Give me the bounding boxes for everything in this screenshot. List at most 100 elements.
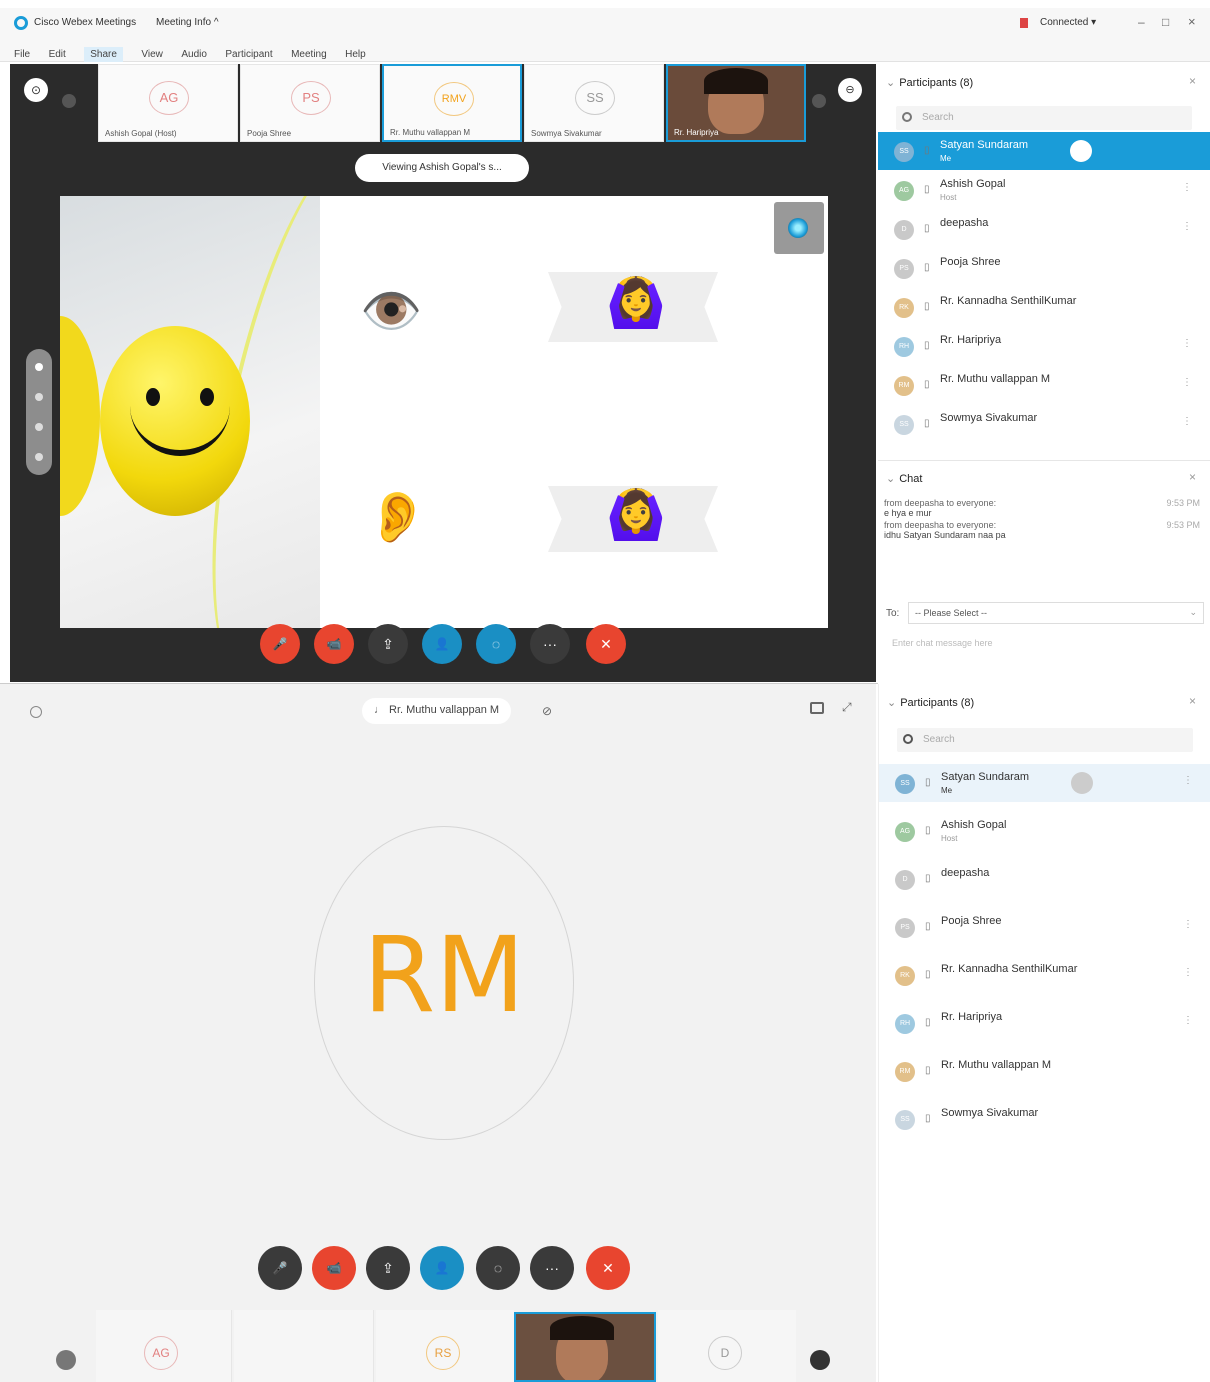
annotate-icon[interactable] <box>774 202 824 254</box>
participant-row[interactable]: SS ▯ Satyan Sundaram Me <box>878 132 1210 170</box>
panel-header[interactable]: ⌄ Participants (8) <box>887 696 974 709</box>
more-options-icon[interactable]: ⋮ <box>1182 338 1192 349</box>
webex-window-top: Cisco Webex Meetings Meeting Info ^ Conn… <box>0 0 1210 684</box>
stop-video-button[interactable]: 📹 <box>312 1246 356 1290</box>
participant-row[interactable]: D ▯ deepasha <box>879 860 1210 898</box>
panel-close-icon[interactable]: × <box>1189 694 1196 708</box>
pin-icon[interactable]: ⊘ <box>542 704 552 718</box>
meeting-info-button[interactable]: Meeting Info ^ <box>156 17 219 28</box>
menu-help[interactable]: Help <box>345 49 366 60</box>
participant-row[interactable]: RM ▯ Rr. Muthu vallappan M ⋮ <box>878 366 1210 404</box>
phone-icon: ▯ <box>924 145 930 156</box>
layout-toggle-icon[interactable]: ⊙ <box>24 78 48 102</box>
search-input[interactable]: Search <box>896 106 1192 130</box>
thumb-rs[interactable]: RS <box>376 1310 514 1382</box>
panel-header[interactable]: ⌄ Participants (8) <box>886 76 973 89</box>
share-button[interactable]: ⇪ <box>368 624 408 664</box>
participant-row[interactable]: RM ▯ Rr. Muthu vallappan M <box>879 1052 1210 1090</box>
menu-view[interactable]: View <box>141 49 163 60</box>
share-button[interactable]: ⇪ <box>366 1246 410 1290</box>
thumb-pooja[interactable]: PS Pooja Shree <box>240 64 380 142</box>
more-options-icon[interactable]: ⋮ <box>1182 182 1192 193</box>
menu-participant[interactable]: Participant <box>225 49 272 60</box>
panel-close-icon[interactable]: × <box>1189 74 1196 88</box>
participant-row[interactable]: RK ▯ Rr. Kannadha SenthilKumar ⋮ <box>879 956 1210 994</box>
exit-fullscreen-icon[interactable]: ⊖ <box>838 78 862 102</box>
maximize-button[interactable]: □ <box>1162 15 1169 29</box>
chat-header[interactable]: ⌄ Chat <box>886 472 922 485</box>
minimize-button[interactable]: – <box>1138 15 1145 29</box>
strip-prev-icon[interactable] <box>62 94 76 108</box>
more-options-icon[interactable]: ⋮ <box>1183 919 1193 930</box>
connection-status[interactable]: Connected ▾ <box>1040 17 1096 28</box>
strip-prev-icon[interactable] <box>56 1350 76 1370</box>
participant-row[interactable]: SS ▯ Satyan Sundaram Me ⋮ <box>879 764 1210 802</box>
participant-row[interactable]: AG ▯ Ashish Gopal Host <box>879 812 1210 850</box>
participant-row[interactable]: AG ▯ Ashish Gopal Host ⋮ <box>878 171 1210 209</box>
thumb-muthu[interactable]: RMV Rr. Muthu vallappan M <box>382 64 522 142</box>
mute-button[interactable]: 🎤 <box>260 624 300 664</box>
pen-icon[interactable] <box>35 393 43 401</box>
fullscreen-icon[interactable]: ⤢ <box>842 700 852 715</box>
mute-badge-icon[interactable] <box>1070 140 1092 162</box>
participant-row[interactable]: RK ▯ Rr. Kannadha SenthilKumar <box>878 288 1210 326</box>
more-button[interactable]: ··· <box>530 1246 574 1290</box>
strip-next-icon[interactable] <box>812 94 826 108</box>
chat-button[interactable]: ◌ <box>476 1246 520 1290</box>
more-button[interactable]: ··· <box>530 624 570 664</box>
participant-name: Rr. Muthu vallappan M <box>940 373 1051 385</box>
thumb-ag[interactable]: AG <box>96 1310 232 1382</box>
participant-row[interactable]: SS ▯ Sowmya Sivakumar ⋮ <box>878 405 1210 443</box>
participant-role: Host <box>941 834 958 843</box>
menu-edit[interactable]: Edit <box>49 49 66 60</box>
close-button[interactable]: × <box>1188 14 1196 29</box>
mute-button[interactable]: 🎤 <box>258 1246 302 1290</box>
app-title: Cisco Webex Meetings <box>34 17 137 28</box>
more-options-icon[interactable]: ⋮ <box>1182 416 1192 427</box>
thumb-self-video[interactable] <box>514 1312 656 1382</box>
participant-row[interactable]: RH ▯ Rr. Haripriya ⋮ <box>878 327 1210 365</box>
avatar: D <box>708 1336 742 1370</box>
chat-button[interactable]: ◌ <box>476 624 516 664</box>
thumb-empty[interactable] <box>234 1310 374 1382</box>
avatar: SS <box>575 81 615 115</box>
participants-button[interactable]: 👤 <box>422 624 462 664</box>
participants-button[interactable]: 👤 <box>420 1246 464 1290</box>
avatar: PS <box>895 918 915 938</box>
annotation-toolbar[interactable] <box>26 349 52 475</box>
info-icon[interactable] <box>30 706 42 718</box>
more-options-icon[interactable]: ⋮ <box>1182 377 1192 388</box>
chat-close-icon[interactable]: × <box>1189 470 1196 484</box>
chat-time: 9:53 PM <box>1166 498 1200 508</box>
layout-icon[interactable] <box>810 702 824 714</box>
stop-video-button[interactable]: 📹 <box>314 624 354 664</box>
participant-row[interactable]: D ▯ deepasha ⋮ <box>878 210 1210 248</box>
search-input[interactable]: Search <box>897 728 1193 752</box>
menu-audio[interactable]: Audio <box>181 49 207 60</box>
more-options-icon[interactable]: ⋮ <box>1182 221 1192 232</box>
pointer-icon[interactable] <box>35 363 43 371</box>
menu-meeting[interactable]: Meeting <box>291 49 327 60</box>
chat-recipient-select[interactable]: -- Please Select -- ⌄ <box>908 602 1204 624</box>
menu-share[interactable]: Share <box>84 47 123 62</box>
menu-file[interactable]: File <box>14 49 30 60</box>
phone-icon: ▯ <box>924 340 930 351</box>
leave-button[interactable]: ✕ <box>586 1246 630 1290</box>
participant-row[interactable]: PS ▯ Pooja Shree <box>878 249 1210 287</box>
mute-badge-icon[interactable] <box>1071 772 1093 794</box>
thumb-sowmya[interactable]: SS Sowmya Sivakumar <box>524 64 664 142</box>
leave-button[interactable]: ✕ <box>586 624 626 664</box>
save-icon[interactable] <box>35 453 43 461</box>
thumb-ashish[interactable]: AG Ashish Gopal (Host) <box>98 64 238 142</box>
more-options-icon[interactable]: ⋮ <box>1183 775 1193 786</box>
participant-row[interactable]: RH ▯ Rr. Haripriya ⋮ <box>879 1004 1210 1042</box>
thumb-haripriya-video[interactable]: Rr. Haripriya <box>666 64 806 142</box>
chat-input[interactable]: Enter chat message here <box>892 638 993 648</box>
strip-next-icon[interactable] <box>810 1350 830 1370</box>
eraser-icon[interactable] <box>35 423 43 431</box>
more-options-icon[interactable]: ⋮ <box>1183 1015 1193 1026</box>
participant-row[interactable]: PS ▯ Pooja Shree ⋮ <box>879 908 1210 946</box>
more-options-icon[interactable]: ⋮ <box>1183 967 1193 978</box>
thumb-d[interactable]: D <box>658 1310 796 1382</box>
participant-row[interactable]: SS ▯ Sowmya Sivakumar <box>879 1100 1210 1138</box>
